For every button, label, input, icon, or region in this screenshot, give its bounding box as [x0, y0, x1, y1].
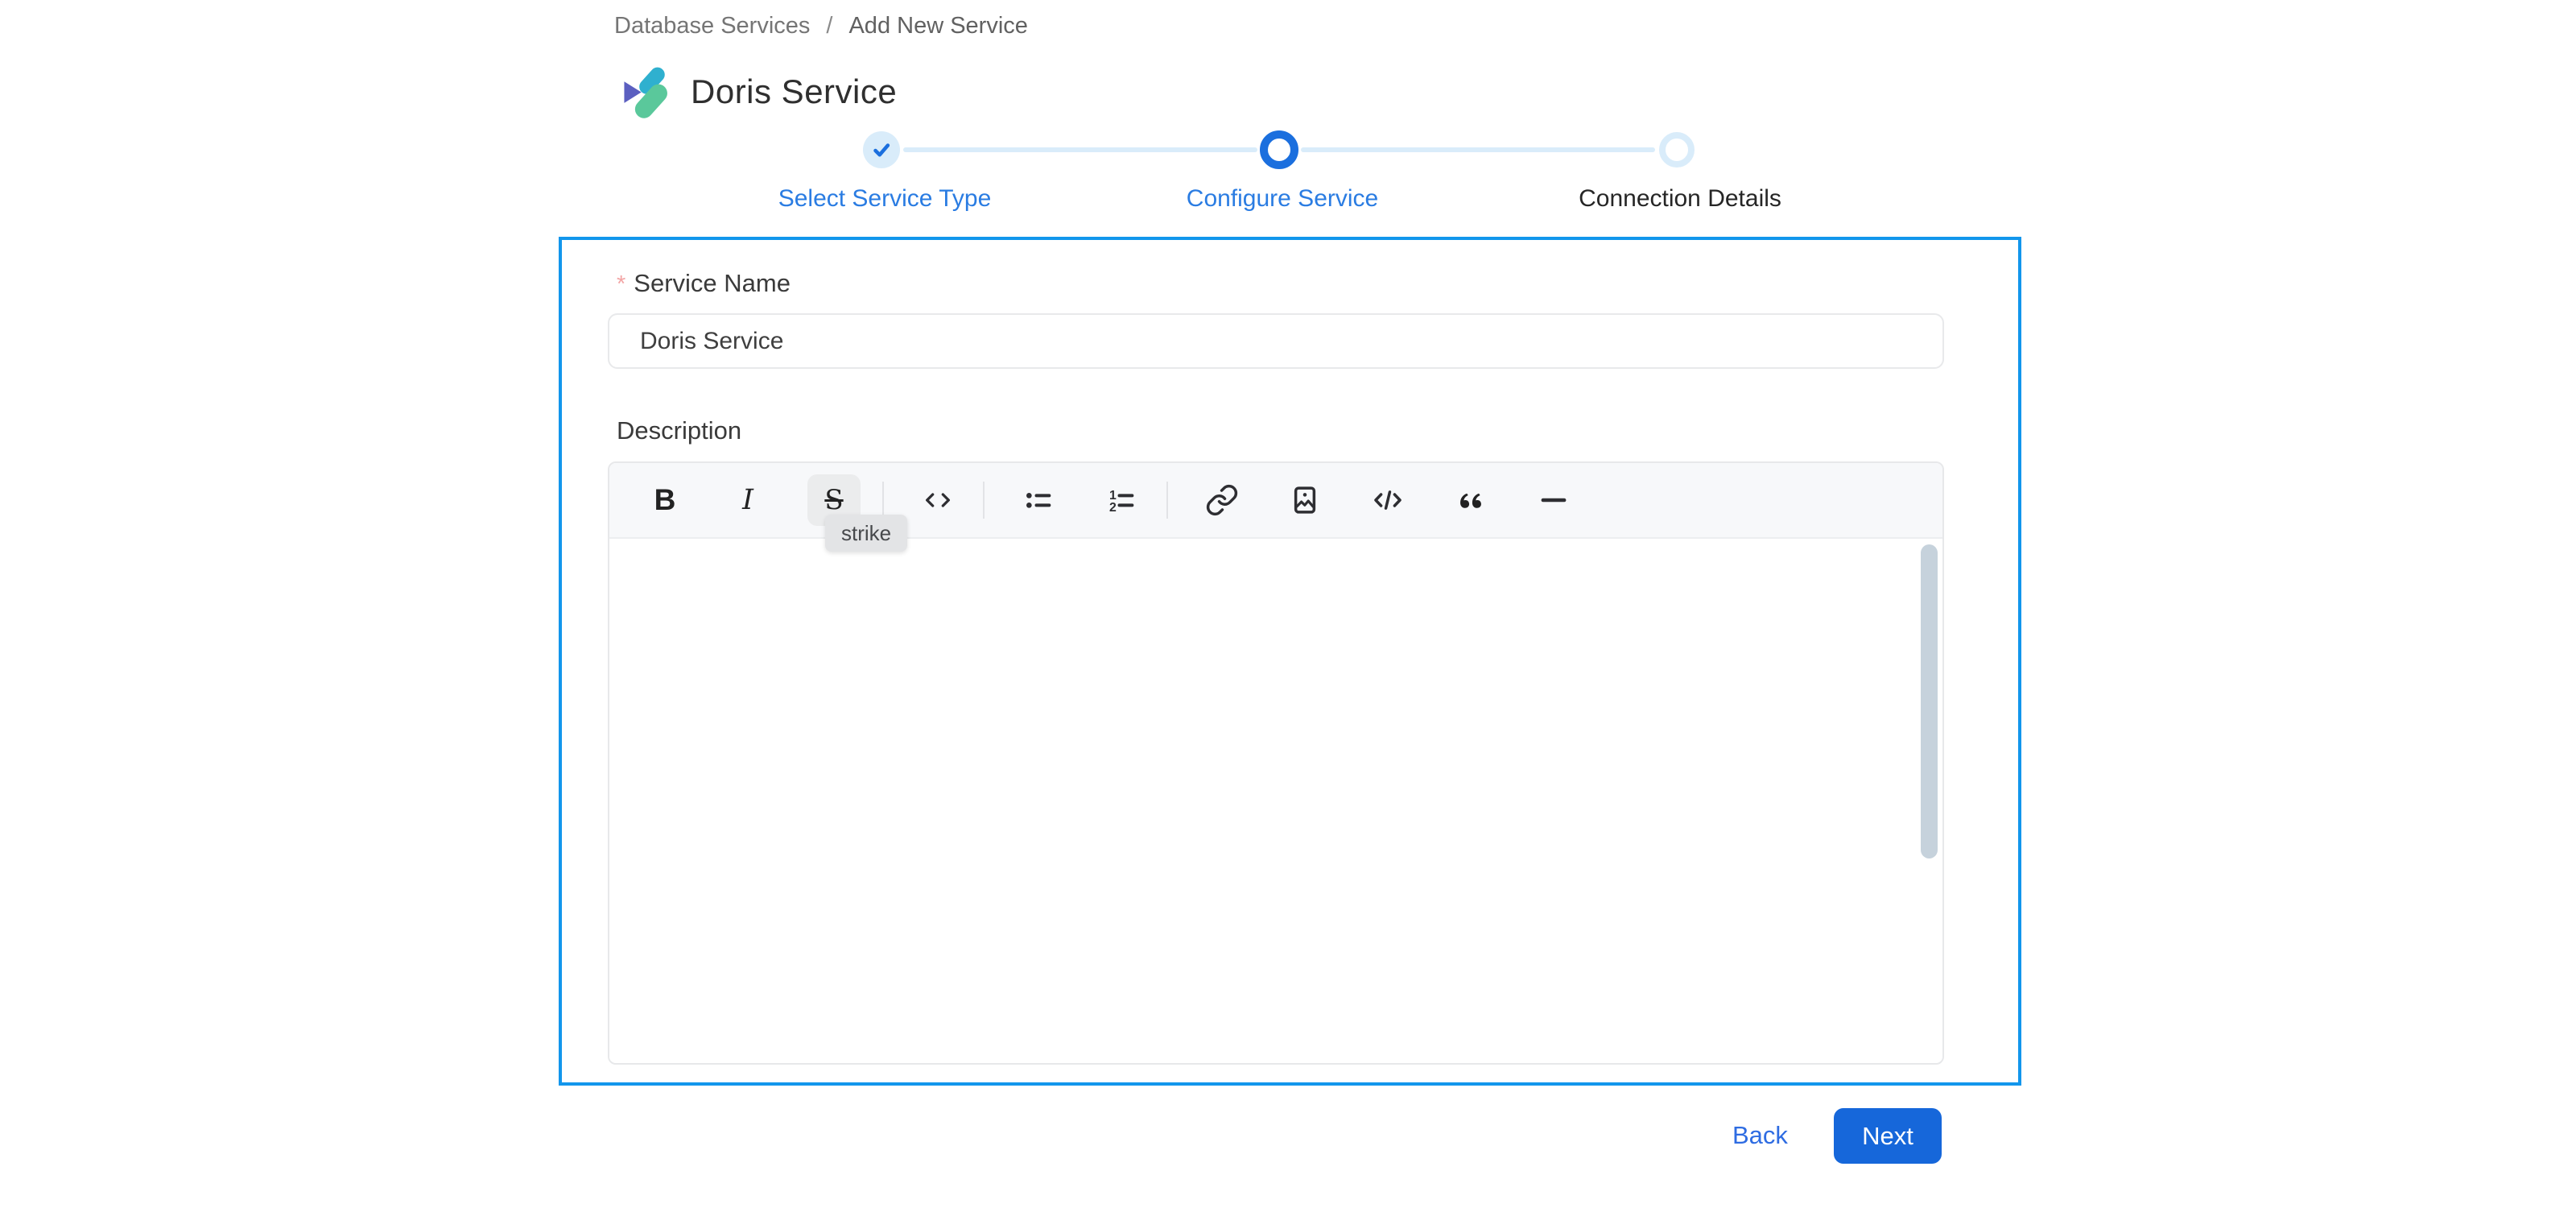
back-button[interactable]: Back [1732, 1121, 1788, 1150]
page-title: Doris Service [691, 72, 898, 110]
add-service-page: Database Services / Add New Service Dori… [0, 0, 2576, 1208]
unordered-list-icon [1026, 493, 1051, 508]
step-connection-details-indicator[interactable] [1659, 132, 1695, 168]
step-label-connection-details[interactable]: Connection Details [1579, 185, 1781, 213]
service-header: Doris Service [618, 64, 897, 119]
ordered-list-icon: 1 2 [1109, 489, 1134, 515]
editor-scrollbar-thumb[interactable] [1921, 544, 1938, 858]
description-editor: B I S 1 2 [608, 461, 1944, 1065]
italic-button[interactable]: I [724, 477, 771, 523]
breadcrumb-database-services[interactable]: Database Services [614, 13, 810, 39]
description-editor-content[interactable] [609, 539, 1942, 1063]
code-block-icon [1374, 490, 1402, 510]
breadcrumb-separator: / [826, 13, 833, 39]
check-icon [873, 143, 890, 157]
strikethrough-icon: S [824, 484, 844, 516]
horizontal-rule-button[interactable] [1530, 477, 1577, 523]
bold-button[interactable]: B [642, 477, 688, 523]
breadcrumb: Database Services / Add New Service [614, 13, 1028, 39]
code-block-button[interactable] [1364, 477, 1411, 523]
inline-code-button[interactable] [914, 477, 961, 523]
quote-icon [1460, 493, 1481, 508]
editor-toolbar: B I S 1 2 [609, 463, 1942, 539]
description-label: Description [617, 416, 742, 445]
image-button[interactable] [1282, 477, 1328, 523]
step-select-service-type-indicator[interactable] [863, 131, 900, 168]
toolbar-divider [1166, 482, 1168, 519]
breadcrumb-add-new-service: Add New Service [848, 13, 1028, 39]
strike-tooltip: strike [825, 515, 908, 552]
doris-logo-icon [624, 67, 667, 118]
service-name-label: * Service Name [617, 269, 791, 298]
stepper-connector-2 [1301, 147, 1655, 152]
link-button[interactable] [1199, 477, 1245, 523]
service-name-input[interactable] [608, 313, 1944, 369]
italic-icon: I [742, 484, 753, 516]
step-configure-service-indicator[interactable] [1260, 130, 1298, 169]
svg-text:2: 2 [1109, 501, 1117, 515]
horizontal-rule-icon [1541, 498, 1567, 503]
quote-button[interactable] [1447, 477, 1494, 523]
link-icon [1206, 484, 1238, 516]
bold-icon: B [654, 483, 676, 516]
step-label-configure-service[interactable]: Configure Service [1187, 185, 1378, 213]
stepper-connector-1 [903, 147, 1257, 152]
toolbar-divider [882, 482, 884, 519]
toolbar-divider [983, 482, 985, 519]
image-icon [1294, 486, 1316, 514]
ordered-list-button[interactable]: 1 2 [1098, 477, 1145, 523]
required-marker: * [617, 271, 626, 297]
step-label-select-service-type[interactable]: Select Service Type [778, 185, 992, 213]
inline-code-icon [926, 493, 950, 507]
next-button[interactable]: Next [1834, 1108, 1942, 1164]
unordered-list-button[interactable] [1015, 477, 1062, 523]
service-name-label-text: Service Name [634, 269, 791, 297]
